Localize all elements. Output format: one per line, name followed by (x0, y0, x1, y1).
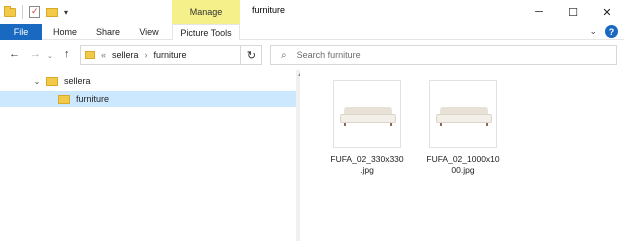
ribbon-expand-icon[interactable]: ⌄ (589, 26, 597, 37)
properties-icon[interactable] (29, 6, 40, 18)
search-input[interactable]: Search furniture (297, 50, 361, 60)
file-item[interactable]: FUFA_02_330x330 .jpg (324, 80, 410, 175)
tree-item-label: furniture (76, 94, 110, 104)
recent-locations-icon[interactable]: ⌄ (47, 52, 53, 60)
up-arrow-icon[interactable]: ↑ (64, 48, 70, 60)
address-row: ← → ⌄ ↑ « sellera › furniture ⌄ ↻ ⌕ Sear… (0, 42, 624, 68)
image-thumbnail (333, 80, 401, 148)
tree-item-furniture[interactable]: furniture (0, 91, 296, 107)
title-bar: ▾ Manage furniture ─ ☐ ✕ (0, 0, 624, 24)
minimize-button[interactable]: ─ (522, 0, 556, 24)
breadcrumb-sellera[interactable]: sellera (112, 50, 139, 60)
close-button[interactable]: ✕ (590, 0, 624, 24)
folder-icon (46, 76, 58, 86)
folder-icon (4, 5, 16, 17)
ribbon-tabs: File Home Share View Picture Tools ⌄ ? (0, 24, 624, 40)
folder-icon (58, 94, 70, 104)
search-icon: ⌕ (281, 49, 287, 61)
tab-home[interactable]: Home (48, 24, 82, 40)
divider (22, 5, 23, 19)
tab-file[interactable]: File (0, 24, 42, 40)
file-name-line: 00.jpg (451, 164, 475, 175)
tab-share[interactable]: Share (90, 24, 126, 40)
address-bar[interactable]: « sellera › furniture (80, 45, 262, 65)
sofa-image (340, 107, 396, 126)
file-name-line: .jpg (360, 164, 374, 175)
help-icon[interactable]: ? (605, 25, 618, 38)
sofa-image (436, 107, 492, 126)
chevron-down-icon[interactable]: ⌄ (32, 77, 42, 86)
refresh-icon[interactable]: ↻ (240, 45, 262, 65)
file-name: FUFA_02_1000x10 00.jpg (420, 154, 506, 175)
navigation-pane: ⌄ sellera furniture (0, 70, 296, 241)
file-list: FUFA_02_330x330 .jpg FUFA_02_1000x10 00.… (300, 70, 624, 241)
ribbon-right: ⌄ ? (589, 25, 618, 38)
customize-toolbar-dropdown[interactable]: ▾ (64, 8, 68, 17)
file-name: FUFA_02_330x330 .jpg (324, 154, 410, 175)
chevron-right-icon[interactable]: › (145, 50, 148, 60)
overflow-icon[interactable]: « (101, 50, 106, 60)
file-item[interactable]: FUFA_02_1000x10 00.jpg (420, 80, 506, 175)
folder-icon (85, 51, 95, 59)
image-thumbnail (429, 80, 497, 148)
back-arrow-icon[interactable]: ← (9, 48, 20, 60)
quick-access-toolbar: ▾ (4, 4, 68, 20)
manage-contextual-tab[interactable]: Manage (172, 0, 240, 24)
search-box[interactable]: ⌕ Search furniture (270, 45, 617, 65)
window-controls: ─ ☐ ✕ (522, 0, 624, 24)
tree-item-sellera[interactable]: ⌄ sellera (0, 73, 296, 89)
tree-item-label: sellera (64, 76, 91, 86)
maximize-button[interactable]: ☐ (556, 0, 590, 24)
new-folder-icon[interactable] (46, 7, 58, 17)
file-name-line: FUFA_02_330x330 (330, 154, 404, 164)
forward-arrow-icon[interactable]: → (30, 48, 41, 60)
file-name-line: FUFA_02_1000x10 (426, 154, 500, 164)
window-title: furniture (252, 5, 286, 15)
breadcrumb-furniture[interactable]: furniture (154, 50, 187, 60)
tab-view[interactable]: View (134, 24, 164, 40)
tab-picture-tools[interactable]: Picture Tools (172, 24, 240, 40)
